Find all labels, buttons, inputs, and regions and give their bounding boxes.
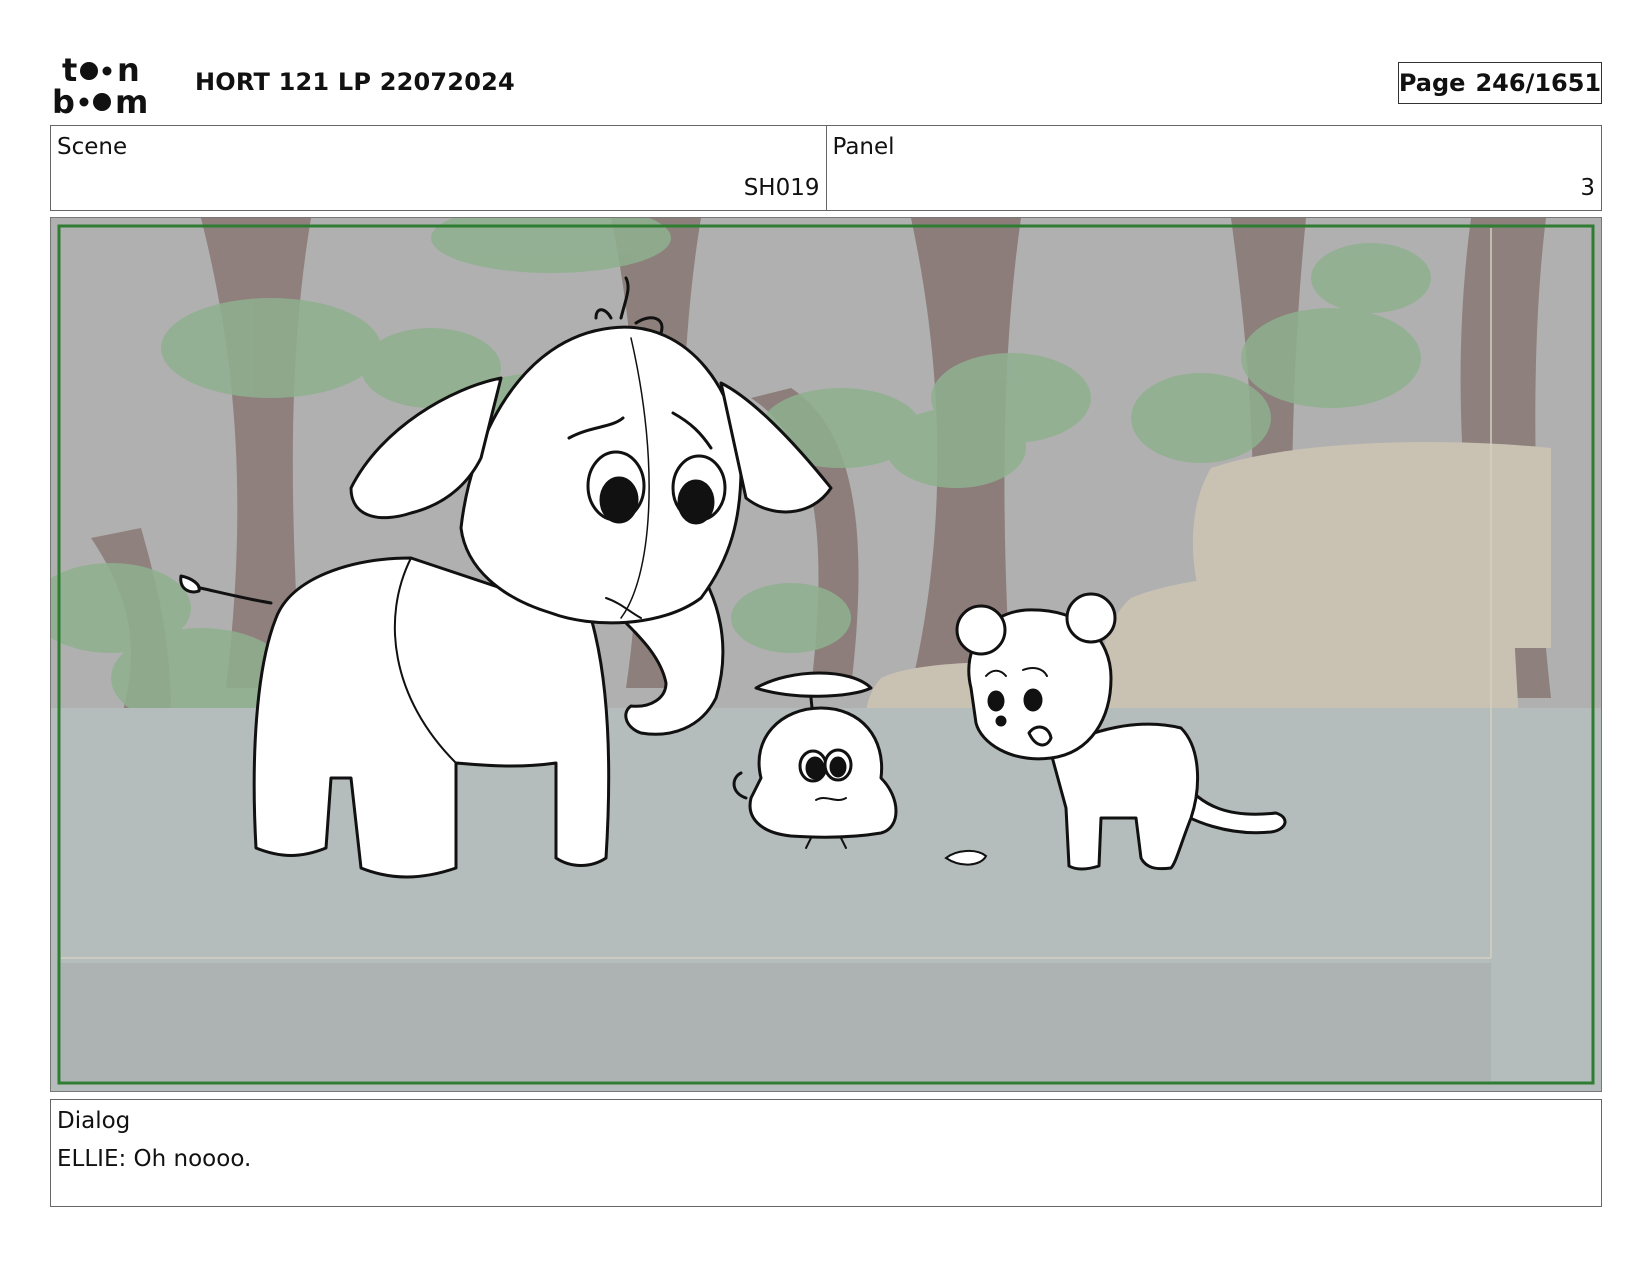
storyboard-panel [50, 217, 1602, 1092]
scene-panel-row: Scene SH019 Panel 3 [50, 125, 1602, 211]
dialog-text: ELLIE: Oh noooo. [57, 1146, 252, 1172]
dialog-label: Dialog [57, 1108, 131, 1134]
document-title: HORT 121 LP 22072024 [195, 68, 515, 96]
svg-text:b: b [52, 83, 75, 116]
scene-cell: Scene SH019 [51, 126, 826, 210]
page-label: Page [1398, 69, 1466, 97]
panel-value: 3 [1580, 175, 1595, 201]
panel-label: Panel [832, 134, 895, 160]
ground-shadow-band [61, 963, 1491, 1081]
svg-text:m: m [115, 83, 148, 116]
dialog-box: Dialog ELLIE: Oh noooo. [50, 1099, 1602, 1207]
page-number: 246/1651 [1475, 69, 1602, 97]
panel-drawing [51, 218, 1601, 1091]
scene-value: SH019 [743, 175, 820, 201]
toon-boom-logo: t n b m [52, 52, 148, 116]
panel-cell: Panel 3 [825, 126, 1602, 210]
scene-label: Scene [57, 134, 128, 160]
page-indicator: Page 246/1651 [1398, 62, 1602, 104]
